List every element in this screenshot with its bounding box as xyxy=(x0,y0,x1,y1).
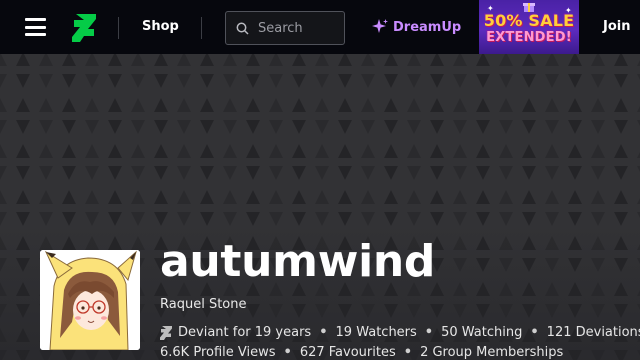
nav-divider xyxy=(118,17,119,39)
watching-link[interactable]: 50 Watching xyxy=(441,325,522,340)
deviantart-logo-icon[interactable] xyxy=(72,14,96,42)
top-navigation-bar: Shop DreamUp ✦ ✦ 50% SALE EXTENDED! Join xyxy=(0,0,640,54)
profile-username: autumwind xyxy=(160,236,436,287)
promo-banner[interactable]: ✦ ✦ 50% SALE EXTENDED! xyxy=(479,0,579,54)
search-icon xyxy=(236,22,249,35)
profile-views: 6.6K Profile Views xyxy=(160,345,276,360)
profile-stats-row-2: 6.6K Profile Views • 627 Favourites • 2 … xyxy=(160,345,563,360)
watchers-link[interactable]: 19 Watchers xyxy=(336,325,417,340)
deviantart-badge-icon xyxy=(160,325,172,340)
separator-dot: • xyxy=(403,345,413,360)
deviations-link[interactable]: 121 Deviations xyxy=(547,325,640,340)
shop-link[interactable]: Shop xyxy=(142,19,179,34)
separator-dot: • xyxy=(530,325,539,340)
avatar-image xyxy=(40,250,140,350)
dreamup-label: DreamUp xyxy=(393,19,462,35)
separator-dot: • xyxy=(319,325,328,340)
promo-line-2: EXTENDED! xyxy=(486,30,572,45)
hamburger-menu-icon[interactable] xyxy=(25,18,46,36)
sparkle-icon xyxy=(372,19,388,33)
deviant-since: Deviant for 19 years xyxy=(178,325,312,340)
separator-dot: • xyxy=(424,325,434,340)
profile-stats-row-1: Deviant for 19 years • 19 Watchers • 50 … xyxy=(160,325,640,340)
dreamup-link[interactable]: DreamUp xyxy=(371,18,461,36)
profile-real-name: Raquel Stone xyxy=(160,297,247,312)
promo-line-1: 50% SALE xyxy=(483,11,575,30)
search-box[interactable] xyxy=(225,11,345,45)
separator-dot: • xyxy=(283,345,292,360)
nav-divider xyxy=(201,17,202,39)
search-input[interactable] xyxy=(258,19,338,37)
group-memberships-link[interactable]: 2 Group Memberships xyxy=(420,345,563,360)
avatar[interactable] xyxy=(40,250,140,350)
join-button[interactable]: Join xyxy=(603,19,630,34)
favourites-link[interactable]: 627 Favourites xyxy=(300,345,396,360)
